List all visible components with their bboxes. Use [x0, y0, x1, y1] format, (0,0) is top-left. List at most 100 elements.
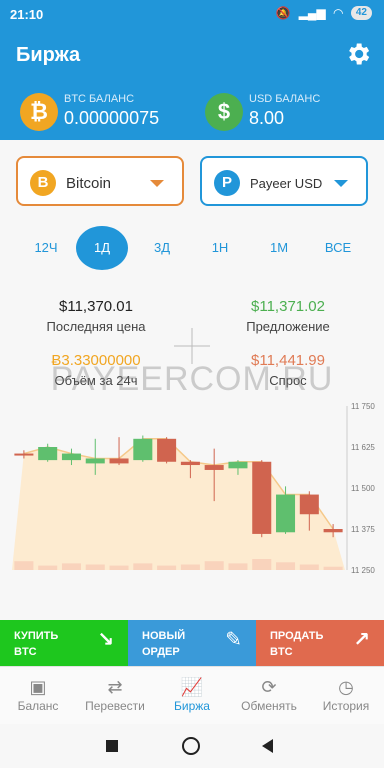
- quote-currency-label: Payeer USD: [250, 176, 323, 191]
- quote-currency-select[interactable]: P Payeer USD: [200, 156, 368, 206]
- transfer-icon: ⇄: [107, 677, 123, 697]
- volume-bar: [14, 561, 34, 570]
- bid-price: $11,371.02 Предложение: [198, 298, 378, 334]
- signal-icon: ▂▄▆: [298, 6, 326, 20]
- nav-swap[interactable]: ⟳ Обменять: [231, 675, 307, 713]
- y-tick-label: 11 500: [351, 484, 375, 493]
- settings-gear-icon[interactable]: [344, 40, 372, 68]
- candle-body: [85, 458, 105, 464]
- usd-balance-value: 8.00: [249, 108, 285, 128]
- period-tab-active[interactable]: 1Д: [76, 226, 128, 270]
- wifi-icon: ◠: [333, 6, 343, 20]
- last-price-label: Последняя цена: [46, 319, 146, 334]
- period-tabs: 12Ч 1Д 3Д 1Н 1М ВСЕ: [0, 226, 384, 270]
- price-candlestick-chart[interactable]: 11 750 11 625 11 500 11 375 11 250: [0, 398, 384, 588]
- candle-body: [299, 494, 319, 515]
- btc-balance: ₿ BTC БАЛАНС 0.00000075: [20, 84, 190, 140]
- volume-bar: [133, 563, 153, 570]
- ask-price-value: $11,441.99: [251, 352, 325, 369]
- btc-balance-value: 0.00000075: [64, 108, 160, 128]
- btc-balance-label: BTC БАЛАНС: [64, 93, 135, 105]
- market-stats: $11,370.01 Последняя цена $11,371.02 Пре…: [0, 290, 384, 400]
- usd-balance: $ USD БАЛАНС 8.00: [205, 84, 375, 140]
- y-tick-label: 11 750: [351, 402, 375, 411]
- volume-bar: [180, 564, 200, 570]
- bid-price-label: Предложение: [246, 319, 330, 334]
- y-tick-label: 11 250: [351, 566, 375, 575]
- nav-transfer-label: Перевести: [85, 699, 145, 713]
- candle-body: [252, 461, 272, 534]
- volume-24h: Ƀ3.33000000 Объём за 24ч: [6, 352, 186, 388]
- status-bar: 21:10 🔕 ▂▄▆ ◠ 42: [0, 0, 384, 28]
- last-price: $11,370.01 Последняя цена: [6, 298, 186, 334]
- volume-bar: [85, 564, 105, 570]
- period-tab[interactable]: 1Н: [194, 228, 246, 268]
- period-tab[interactable]: 12Ч: [20, 228, 72, 268]
- y-tick-label: 11 625: [351, 443, 375, 452]
- refresh-icon: ⟳: [261, 677, 277, 697]
- candle-body: [133, 438, 153, 461]
- volume-bar: [38, 565, 58, 570]
- nav-transfer[interactable]: ⇄ Перевести: [77, 675, 153, 713]
- volume-24h-label: Объём за 24ч: [54, 373, 138, 388]
- ask-price: $11,441.99 Спрос: [198, 352, 378, 388]
- nav-balance-label: Баланс: [17, 699, 59, 713]
- candle-body: [180, 461, 200, 466]
- sell-btc-button[interactable]: ПРОДАТЬ BTC ↗: [256, 620, 384, 666]
- candle-body: [204, 465, 224, 470]
- chevron-down-icon: [334, 180, 348, 187]
- status-time: 21:10: [10, 7, 44, 22]
- app-bar: Биржа: [0, 28, 384, 84]
- volume-bar: [276, 562, 296, 570]
- nav-balance[interactable]: ▣ Баланс: [0, 675, 76, 713]
- last-price-value: $11,370.01: [59, 298, 133, 315]
- bitcoin-coin-icon: ₿: [20, 93, 58, 131]
- dollar-coin-icon: $: [205, 93, 243, 131]
- period-tab[interactable]: 1М: [253, 228, 305, 268]
- crosshair-icon: [174, 328, 210, 364]
- candle-body: [276, 494, 296, 533]
- trade-actions: КУПИТЬ BTC ↘ НОВЫЙ ОРДЕР ✎ ПРОДАТЬ BTC ↗: [0, 620, 384, 666]
- candle-body: [157, 438, 177, 462]
- volume-bar: [61, 563, 81, 570]
- bid-price-value: $11,371.02: [251, 298, 325, 315]
- bottom-navigation: ▣ Баланс ⇄ Перевести 📈 Биржа ⟳ Обменять …: [0, 666, 384, 725]
- candle-body: [323, 529, 343, 533]
- volume-bar: [299, 564, 319, 570]
- payeer-icon: P: [214, 170, 240, 196]
- candle-body: [228, 461, 248, 469]
- nav-exchange[interactable]: 📈 Биржа: [154, 675, 230, 713]
- base-currency-label: Bitcoin: [66, 175, 112, 192]
- system-navigation: [0, 724, 384, 768]
- volume-bar: [204, 561, 224, 570]
- usd-balance-label: USD БАЛАНС: [249, 93, 321, 105]
- base-currency-select[interactable]: B Bitcoin: [16, 156, 184, 206]
- chart-icon: 📈: [180, 677, 204, 697]
- y-tick-label: 11 375: [351, 525, 375, 534]
- volume-bar: [109, 565, 129, 570]
- chevron-down-icon: [150, 180, 164, 187]
- page-title: Биржа: [16, 44, 81, 66]
- nav-exchange-label: Биржа: [174, 699, 210, 713]
- pencil-icon: ✎: [225, 629, 242, 651]
- battery-icon: 42: [350, 6, 372, 20]
- history-icon: ◷: [338, 677, 354, 697]
- candle-body: [38, 447, 58, 461]
- nav-history-label: История: [322, 699, 370, 713]
- nav-history[interactable]: ◷ История: [308, 675, 384, 713]
- period-tab[interactable]: ВСЕ: [312, 228, 364, 268]
- candle-body: [109, 458, 129, 464]
- volume-bar: [228, 563, 248, 570]
- mute-icon: 🔕: [275, 6, 291, 20]
- buy-btc-button[interactable]: КУПИТЬ BTC ↘: [0, 620, 128, 666]
- recents-icon[interactable]: [106, 740, 118, 752]
- arrow-up-right-icon: ↗: [353, 629, 370, 651]
- candle-body: [14, 453, 34, 456]
- home-icon[interactable]: [182, 737, 200, 755]
- period-tab[interactable]: 3Д: [136, 228, 188, 268]
- volume-bar: [157, 565, 177, 570]
- back-icon[interactable]: [262, 739, 273, 753]
- new-order-button[interactable]: НОВЫЙ ОРДЕР ✎: [128, 620, 256, 666]
- volume-bar: [323, 566, 343, 570]
- nav-swap-label: Обменять: [241, 699, 297, 713]
